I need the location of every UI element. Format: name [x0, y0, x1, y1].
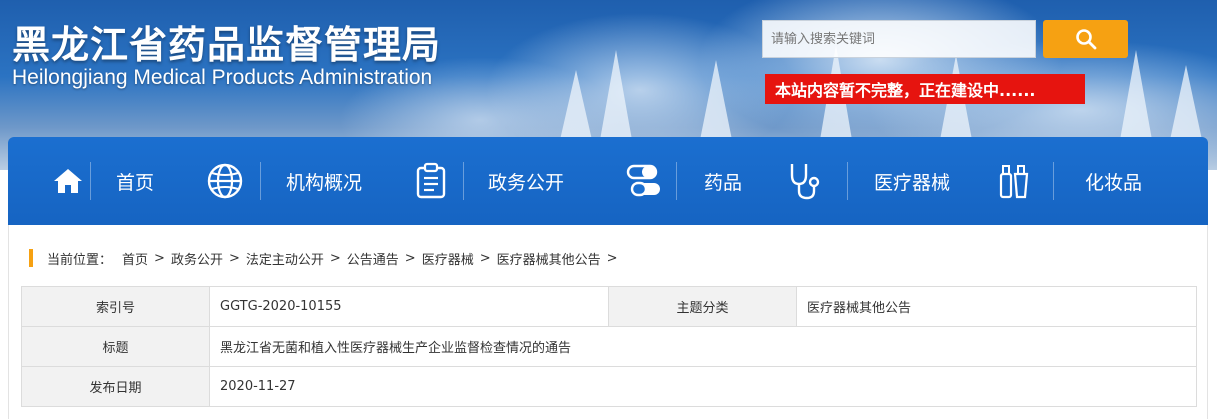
breadcrumb-item-gov[interactable]: 政务公开 [171, 249, 223, 268]
banner-tree [1170, 65, 1202, 140]
main-nav: 首页 机构概况 政务公开 药品 医疗器械 化妆品 [8, 137, 1208, 225]
nav-item-cosmetics[interactable] [998, 137, 1030, 225]
search-icon [1075, 29, 1096, 50]
nav-item-home[interactable]: 首页 [52, 137, 154, 225]
breadcrumb-item-devices[interactable]: 医疗器械 [422, 249, 474, 268]
breadcrumb-item-home[interactable]: 首页 [122, 249, 148, 268]
nav-divider [463, 162, 464, 200]
nav-label: 化妆品 [1085, 171, 1143, 194]
nav-item-devices[interactable] [787, 137, 823, 225]
nav-label: 机构概况 [286, 171, 363, 194]
breadcrumb-separator: > [154, 250, 165, 266]
nav-item-about[interactable] [206, 137, 244, 225]
breadcrumb-separator: > [329, 250, 341, 266]
breadcrumb-separator: > [479, 250, 491, 266]
search-input[interactable] [762, 20, 1036, 58]
nav-divider [676, 162, 677, 200]
construction-notice: 本站内容暂不完整，正在建设中...... [765, 74, 1085, 104]
nav-label: 医疗器械 [874, 171, 951, 194]
site-subtitle: Heilongjiang Medical Products Administra… [12, 66, 433, 89]
date-label: 发布日期 [21, 366, 210, 407]
site-title: 黑龙江省药品监督管理局 [12, 23, 442, 67]
breadcrumb-separator: > [228, 250, 240, 266]
banner-tree [1120, 50, 1152, 140]
title-value: 黑龙江省无菌和植入性医疗器械生产企业监督检查情况的通告 [209, 326, 1197, 367]
pill-icon [626, 163, 662, 199]
breadcrumb-item-device-notices[interactable]: 医疗器械其他公告 [497, 249, 601, 268]
category-label: 主题分类 [608, 286, 797, 327]
breadcrumb-item-notices[interactable]: 公告通告 [347, 249, 399, 268]
nav-label: 政务公开 [488, 171, 565, 194]
table-row: 索引号 GGTG-2020-10155 主题分类 医疗器械其他公告 [21, 286, 1197, 327]
breadcrumb-accent [29, 249, 33, 267]
date-value: 2020-11-27 [209, 366, 1197, 407]
nav-item-gov-label[interactable]: 政务公开 [488, 137, 564, 225]
breadcrumb: 当前位置： 首页 > 政务公开 > 法定主动公开 > 公告通告 > 医疗器械 >… [29, 247, 624, 269]
nav-item-gov[interactable] [415, 137, 447, 225]
content-panel: 当前位置： 首页 > 政务公开 > 法定主动公开 > 公告通告 > 医疗器械 >… [8, 225, 1208, 419]
nav-divider [260, 162, 261, 200]
nav-label: 首页 [116, 171, 155, 194]
nav-item-drugs[interactable] [626, 137, 662, 225]
banner-tree [700, 60, 732, 140]
nav-item-devices-label[interactable]: 医疗器械 [874, 137, 950, 225]
clipboard-icon [415, 162, 447, 200]
category-value: 医疗器械其他公告 [796, 286, 1197, 327]
index-label: 索引号 [21, 286, 210, 327]
page: 黑龙江省药品监督管理局 Heilongjiang Medical Product… [0, 0, 1217, 419]
search-button[interactable] [1043, 20, 1128, 58]
metadata-table: 索引号 GGTG-2020-10155 主题分类 医疗器械其他公告 标题 黑龙江… [21, 286, 1197, 407]
table-row: 标题 黑龙江省无菌和植入性医疗器械生产企业监督检查情况的通告 [21, 326, 1197, 367]
index-value: GGTG-2020-10155 [209, 286, 609, 327]
breadcrumb-separator: > [606, 250, 618, 266]
nav-item-drugs-label[interactable]: 药品 [704, 137, 742, 225]
breadcrumb-separator: > [404, 250, 416, 266]
nav-label: 药品 [704, 171, 743, 194]
title-label: 标题 [21, 326, 210, 367]
nav-divider [90, 162, 91, 200]
cosmetics-icon [998, 162, 1030, 200]
banner-tree [600, 50, 632, 140]
home-icon [52, 166, 84, 196]
nav-item-about-label[interactable]: 机构概况 [286, 137, 362, 225]
nav-divider [847, 162, 848, 200]
breadcrumb-prefix: 当前位置： [47, 252, 113, 268]
globe-icon [206, 162, 244, 200]
nav-item-cosmetics-label[interactable]: 化妆品 [1085, 137, 1142, 225]
banner-tree [560, 70, 592, 140]
breadcrumb-item-statutory[interactable]: 法定主动公开 [246, 249, 324, 268]
nav-divider [1053, 162, 1054, 200]
table-row: 发布日期 2020-11-27 [21, 366, 1197, 407]
stethoscope-icon [787, 161, 823, 201]
